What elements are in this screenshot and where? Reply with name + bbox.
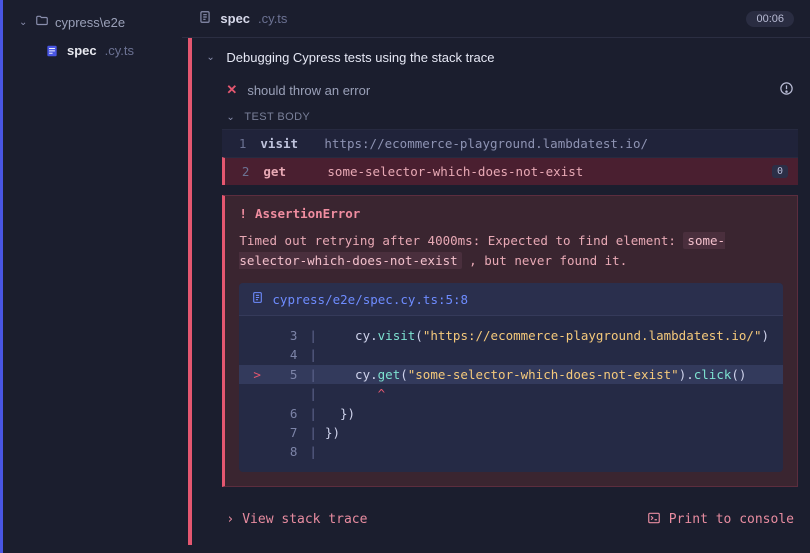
test-body-label: TEST BODY: [244, 111, 310, 123]
command-name: get: [263, 164, 313, 179]
file-ext: .cy.ts: [105, 43, 134, 58]
folder-row[interactable]: ⌄ cypress\e2e: [3, 8, 182, 37]
file-row-spec[interactable]: spec .cy.ts: [3, 37, 182, 64]
folder-label: cypress\e2e: [55, 15, 125, 30]
test-row[interactable]: ✕ should throw an error: [192, 75, 810, 107]
view-stack-trace-button[interactable]: › View stack trace: [226, 512, 367, 527]
terminal-icon: [647, 511, 661, 529]
error-title: ! AssertionError: [239, 206, 783, 221]
error-footer: › View stack trace Print to console: [222, 501, 798, 533]
code-frame: cypress/e2e/spec.cy.ts:5:8 3| cy.visit("…: [239, 283, 783, 472]
tab-ext: .cy.ts: [258, 11, 287, 26]
code-line: 6| }): [239, 404, 783, 423]
code-line: 7|}): [239, 423, 783, 442]
command-name: visit: [260, 136, 310, 151]
spec-sidebar: ⌄ cypress\e2e spec .cy.ts: [0, 0, 182, 553]
tab-name: spec: [220, 11, 250, 26]
main-panel: spec .cy.ts 00:06 ⌄ Debugging Cypress tes…: [182, 0, 810, 553]
test-runner: ⌄ Debugging Cypress tests using the stac…: [182, 38, 810, 553]
suite-title-row[interactable]: ⌄ Debugging Cypress tests using the stac…: [192, 38, 810, 75]
code-line: 8|: [239, 442, 783, 461]
command-badge: 0: [772, 165, 788, 178]
command-row[interactable]: 2 get some-selector-which-does-not-exist 0: [222, 157, 798, 185]
tab-spec[interactable]: spec .cy.ts: [198, 10, 287, 27]
file-name: spec: [67, 43, 97, 58]
command-log: 1 visit https://ecommerce-playground.lambd…: [222, 129, 798, 185]
file-icon: [198, 10, 212, 27]
error-panel: ! AssertionError Timed out retrying afte…: [222, 195, 798, 487]
chevron-down-icon: ⌄: [206, 52, 216, 63]
command-number: 2: [235, 164, 249, 179]
tab-bar: spec .cy.ts 00:06: [182, 0, 810, 38]
command-args: some-selector-which-does-not-exist: [327, 164, 583, 179]
folder-icon: [35, 14, 49, 31]
code-line: 3| cy.visit("https://ecommerce-playgroun…: [239, 326, 783, 345]
command-number: 1: [232, 136, 246, 151]
test-timer: 00:06: [746, 11, 794, 27]
code-line: | ^: [239, 384, 783, 403]
bang-icon: !: [239, 206, 247, 221]
code-frame-location: cypress/e2e/spec.cy.ts:5:8: [272, 292, 468, 307]
code-line: 4|: [239, 345, 783, 364]
error-name: AssertionError: [255, 206, 360, 221]
fail-icon: ✕: [226, 82, 237, 98]
print-to-console-button[interactable]: Print to console: [647, 511, 794, 529]
chevron-down-icon: ⌄: [19, 17, 29, 28]
suite-title: Debugging Cypress tests using the stack …: [226, 50, 494, 65]
command-args: https://ecommerce-playground.lambdatest.…: [324, 136, 648, 151]
error-message: Timed out retrying after 4000ms: Expecte…: [239, 231, 783, 271]
command-row[interactable]: 1 visit https://ecommerce-playground.lambd…: [222, 129, 798, 157]
code-body: 3| cy.visit("https://ecommerce-playgroun…: [239, 316, 783, 472]
chevron-down-icon: ⌄: [226, 112, 236, 123]
file-icon: [45, 44, 59, 58]
test-title: should throw an error: [247, 83, 370, 98]
file-icon: [251, 291, 264, 307]
chevron-right-icon: ›: [226, 512, 234, 527]
code-frame-header[interactable]: cypress/e2e/spec.cy.ts:5:8: [239, 283, 783, 316]
error-indicator-icon: [779, 81, 794, 99]
code-line: >5| cy.get("some-selector-which-does-not…: [239, 365, 783, 384]
test-body-label-row[interactable]: ⌄ TEST BODY: [192, 107, 810, 129]
